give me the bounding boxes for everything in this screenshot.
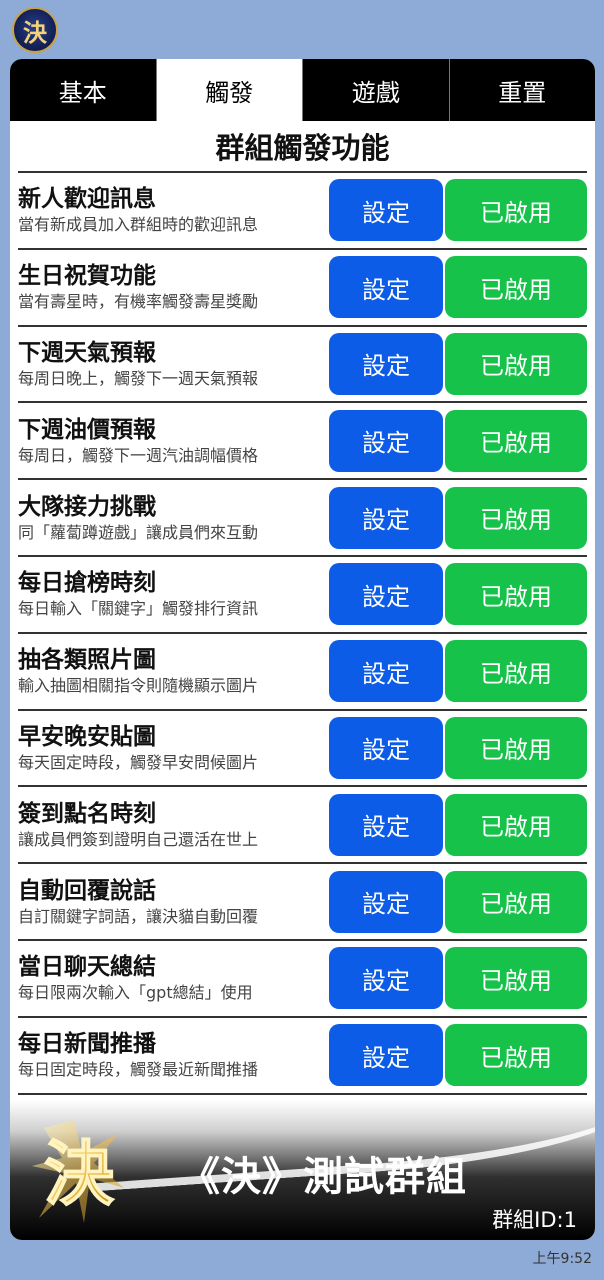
group-name: 《決》測試群組 [180,1154,467,1200]
feature-row: 早安晚安貼圖 每天固定時段，觸發早安問候圖片 設定 已啟用 [18,711,587,788]
enabled-toggle-button[interactable]: 已啟用 [445,256,587,319]
settings-button[interactable]: 設定 [329,640,443,703]
enabled-toggle-button[interactable]: 已啟用 [445,640,587,703]
feature-title: 下週天氣預報 [18,339,156,366]
enabled-toggle-button[interactable]: 已啟用 [445,179,587,242]
enabled-toggle-button[interactable]: 已啟用 [445,793,587,856]
feature-title: 生日祝賀功能 [18,263,156,290]
tab-trigger[interactable]: 觸發 [156,59,303,121]
feature-row: 大隊接力挑戰 同「蘿蔔蹲遊戲」讓成員們來互動 設定 已啟用 [18,480,587,557]
bot-avatar[interactable]: 決 [12,7,58,53]
message-timestamp: 上午9:52 [532,1251,592,1267]
feature-title: 大隊接力挑戰 [18,493,156,520]
settings-button[interactable]: 設定 [329,179,443,242]
tab-basic[interactable]: 基本 [10,59,157,121]
tab-games[interactable]: 遊戲 [303,59,450,121]
enabled-toggle-button[interactable]: 已啟用 [445,716,587,779]
settings-button[interactable]: 設定 [329,793,443,856]
avatar-logo-text: 決 [23,18,47,47]
settings-button[interactable]: 設定 [329,409,443,472]
logo-icon: 決 [32,1120,124,1223]
feature-description: 同「蘿蔔蹲遊戲」讓成員們來互動 [18,522,259,542]
feature-description: 當有新成員加入群組時的歡迎訊息 [18,215,259,235]
feature-description: 每日固定時段，觸發最近新聞推播 [18,1060,259,1080]
group-id: 群組ID:1 [492,1208,577,1232]
feature-title: 早安晚安貼圖 [18,723,156,750]
enabled-toggle-button[interactable]: 已啟用 [445,1024,587,1087]
feature-title: 自動回覆說話 [18,877,156,904]
feature-title: 當日聊天總結 [18,954,156,981]
settings-button[interactable]: 設定 [329,256,443,319]
settings-button[interactable]: 設定 [329,947,443,1010]
feature-description: 讓成員們簽到證明自己還活在世上 [18,829,259,849]
feature-description: 輸入抽圖相關指令則隨機顯示圖片 [18,676,259,696]
feature-row: 自動回覆說話 自訂關鍵字詞語，讓決貓自動回覆 設定 已啟用 [18,864,587,941]
enabled-toggle-button[interactable]: 已啟用 [445,486,587,549]
feature-description: 每天固定時段，觸發早安問候圖片 [18,752,259,772]
settings-button[interactable]: 設定 [329,1024,443,1087]
feature-description: 當有壽星時，有機率觸發壽星獎勵 [18,292,259,312]
tab-reset[interactable]: 重置 [449,59,595,121]
settings-button[interactable]: 設定 [329,563,443,626]
enabled-toggle-button[interactable]: 已啟用 [445,332,587,395]
feature-row: 下週天氣預報 每周日晚上，觸發下一週天氣預報 設定 已啟用 [18,327,587,404]
feature-row: 新人歡迎訊息 當有新成員加入群組時的歡迎訊息 設定 已啟用 [18,173,587,250]
feature-row: 生日祝賀功能 當有壽星時，有機率觸發壽星獎勵 設定 已啟用 [18,250,587,327]
feature-description: 每日輸入「關鍵字」觸發排行資訊 [18,599,259,619]
feature-description: 每日限兩次輸入「gpt總結」使用 [18,983,253,1003]
feature-description: 每周日晚上，觸發下一週天氣預報 [18,368,259,388]
feature-title: 下週油價預報 [18,416,156,443]
settings-button[interactable]: 設定 [329,716,443,779]
feature-row: 每日搶榜時刻 每日輸入「關鍵字」觸發排行資訊 設定 已啟用 [18,557,587,634]
feature-list: 新人歡迎訊息 當有新成員加入群組時的歡迎訊息 設定 已啟用 生日祝賀功能 當有壽… [18,173,587,1095]
enabled-toggle-button[interactable]: 已啟用 [445,870,587,933]
feature-description: 每周日，觸發下一週汽油調幅價格 [18,445,259,465]
logo-text: 決 [44,1133,114,1215]
enabled-toggle-button[interactable]: 已啟用 [445,409,587,472]
feature-row: 抽各類照片圖 輸入抽圖相關指令則隨機顯示圖片 設定 已啟用 [18,634,587,711]
flex-message-card: 基本 觸發 遊戲 重置 群組觸發功能 新人歡迎訊息 當有新成員加入群組時的歡迎訊… [10,59,595,1240]
feature-row: 當日聊天總結 每日限兩次輸入「gpt總結」使用 設定 已啟用 [18,941,587,1018]
settings-button[interactable]: 設定 [329,870,443,933]
enabled-toggle-button[interactable]: 已啟用 [445,947,587,1010]
feature-row: 下週油價預報 每周日，觸發下一週汽油調幅價格 設定 已啟用 [18,403,587,481]
feature-description: 自訂關鍵字詞語，讓決貓自動回覆 [18,906,259,926]
tab-bar: 基本 觸發 遊戲 重置 [10,59,595,121]
settings-button[interactable]: 設定 [329,486,443,549]
feature-title: 簽到點名時刻 [18,800,156,827]
feature-row: 每日新聞推播 每日固定時段，觸發最近新聞推播 設定 已啟用 [18,1018,587,1095]
feature-title: 每日搶榜時刻 [18,570,156,597]
feature-title: 新人歡迎訊息 [18,186,156,213]
feature-title: 抽各類照片圖 [18,647,156,674]
enabled-toggle-button[interactable]: 已啟用 [445,563,587,626]
group-banner[interactable]: 決 《決》測試群組 群組ID:1 [10,1100,595,1240]
settings-button[interactable]: 設定 [329,332,443,395]
section-title: 群組觸發功能 [18,121,587,173]
feature-title: 每日新聞推播 [18,1031,156,1058]
feature-row: 簽到點名時刻 讓成員們簽到證明自己還活在世上 設定 已啟用 [18,787,587,865]
